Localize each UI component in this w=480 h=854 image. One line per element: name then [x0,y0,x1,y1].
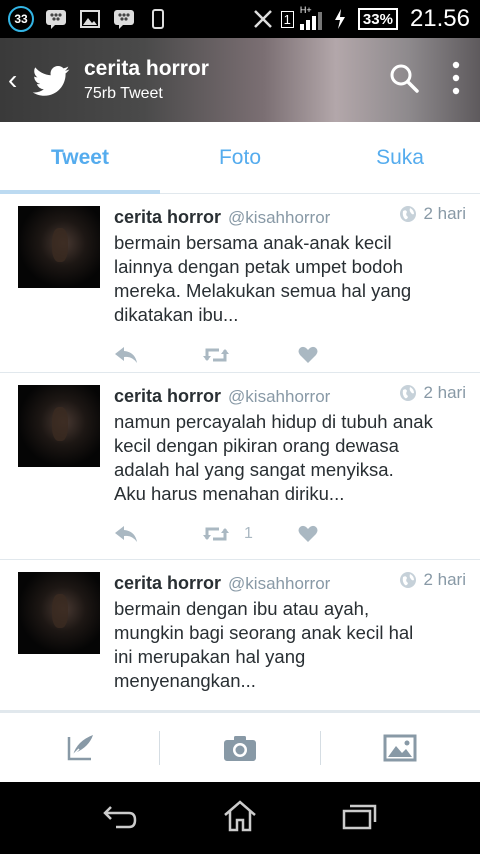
retweet-icon [203,348,229,362]
tweet-timestamp: 2 hari [399,570,466,590]
like-button[interactable] [298,525,318,543]
signal-icon: H+ [299,5,322,30]
home-icon [224,799,256,831]
tweet-author-name[interactable]: cerita horror [114,386,221,407]
retweet-button[interactable] [202,346,298,364]
globe-icon [400,572,417,588]
back-nav-button[interactable] [102,803,138,834]
heart-icon [298,346,318,363]
tweet-item[interactable]: cerita horror @kisahhorror 2 hari namun … [0,373,480,560]
network-type: H+ [299,5,312,15]
tweet-time-text: 2 hari [423,570,466,589]
recents-nav-button[interactable] [342,802,378,835]
tab-label: Tweet [51,145,109,169]
globe-icon [400,206,417,222]
image-icon [383,734,417,761]
tweet-text-line: mereka. Melakukan semua hal yang [114,280,412,301]
overflow-menu-icon[interactable] [452,61,460,100]
avatar[interactable] [18,572,100,654]
tweet-text-line: ini merupakan hal yang [114,646,306,667]
recent-apps-icon [342,804,377,829]
photo-button[interactable] [321,713,480,782]
reply-button[interactable] [114,346,202,364]
tweet-author-handle[interactable]: @kisahhorror [228,387,330,407]
tweet-text-line: bermain bersama anak-anak kecil [114,232,392,253]
tweet-author-handle[interactable]: @kisahhorror [228,574,330,594]
status-bar: 33 1 H+ 33% 21.56 [0,0,480,38]
tweet-text: namun percayalah hidup di tubuh anak kec… [114,410,466,506]
twitter-bird-icon[interactable] [30,59,72,101]
tab-tweet[interactable]: Tweet [0,122,160,194]
search-icon[interactable] [388,62,420,99]
heart-icon [298,525,318,542]
avatar[interactable] [18,385,100,467]
tweet-text: bermain dengan ibu atau ayah, mungkin ba… [114,597,466,693]
tweet-count: 75rb Tweet [84,85,163,102]
compose-bar [0,710,480,782]
tweet-text-line: bermain dengan ibu atau ayah, [114,598,370,619]
tweet-text-line: adalah hal yang sangat menyiksa. [114,459,394,480]
tweet-item[interactable]: cerita horror @kisahhorror 2 hari bermai… [0,194,480,373]
vibrate-off-icon [251,8,275,30]
tab-label: Foto [218,145,262,169]
clock: 21.56 [409,5,470,32]
home-nav-button[interactable] [222,799,258,838]
tweet-author-name[interactable]: cerita horror [114,207,221,228]
camera-icon [223,735,256,761]
tweet-time-text: 2 hari [423,204,466,223]
tweet-text-line: namun percayalah hidup di tubuh anak [114,411,433,432]
compose-tweet-button[interactable] [0,713,159,782]
tweet-author-handle[interactable]: @kisahhorror [228,208,330,228]
like-button[interactable] [298,346,318,364]
tweet-text-line: lainnya dengan petak umpet bodoh [114,256,404,277]
notification-count-icon: 33 [8,6,34,32]
tweet-timestamp: 2 hari [399,383,466,403]
tweet-timestamp: 2 hari [399,204,466,224]
quill-compose-icon [67,734,93,760]
battery-indicator: 33% [357,8,398,30]
reply-button[interactable] [114,525,202,543]
back-chevron-icon[interactable]: ‹ [0,64,26,96]
tweet-text-line: kecil dengan pikiran orang dewasa [114,435,399,456]
profile-title: cerita horror [84,57,209,80]
tweet-text-line: dikatakan ibu... [114,304,239,325]
tweet-author-name[interactable]: cerita horror [114,573,221,594]
tweet-timeline[interactable]: cerita horror @kisahhorror 2 hari bermai… [0,194,480,710]
camera-button[interactable] [160,713,319,782]
tab-label: Suka [376,145,424,169]
back-arrow-icon [103,805,137,828]
bbm-icon [44,8,68,30]
profile-tabs: Tweet Foto Suka [0,122,480,194]
tweet-text: bermain bersama anak-anak kecil lainnya … [114,231,466,327]
sim-indicator: 1 [280,10,294,28]
system-nav-bar [0,782,480,854]
phone-icon [146,8,170,30]
retweet-icon [203,527,229,541]
tab-suka[interactable]: Suka [320,122,480,193]
tweet-time-text: 2 hari [423,383,466,402]
retweet-button[interactable]: 1 [202,525,298,543]
bbm-icon-2 [112,8,136,30]
charging-icon [328,8,352,30]
avatar[interactable] [18,206,100,288]
gallery-icon [78,8,102,30]
tweet-text-line: Aku harus menahan diriku... [114,483,345,504]
reply-icon [115,526,137,542]
tab-foto[interactable]: Foto [160,122,320,193]
globe-icon [400,385,417,401]
tweet-item[interactable]: cerita horror @kisahhorror 2 hari bermai… [0,560,480,710]
profile-header: ‹ cerita horror 75rb Tweet [0,38,480,122]
reply-icon [115,347,137,363]
tweet-text-line: menyenangkan... [114,670,256,691]
retweet-count: 1 [244,525,253,542]
tweet-text-line: mungkin bagi seorang anak kecil hal [114,622,414,643]
